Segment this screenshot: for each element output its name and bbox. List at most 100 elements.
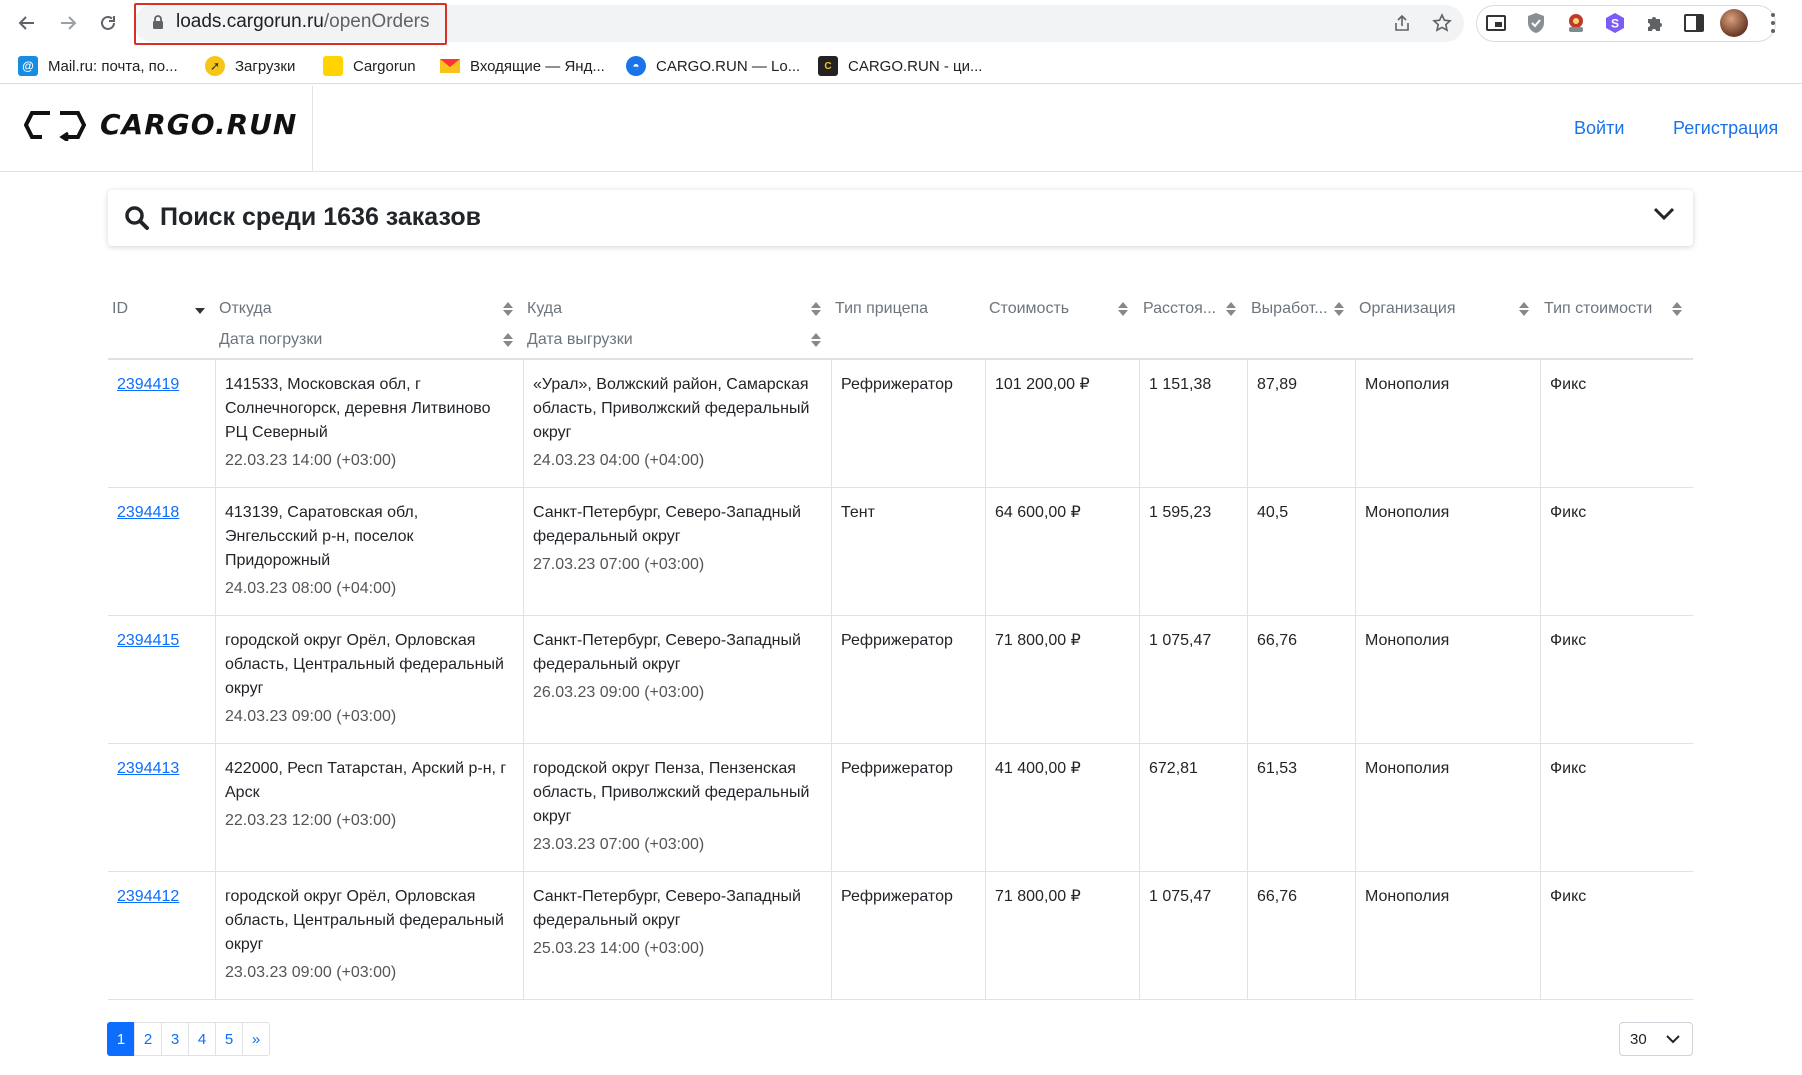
bookmarks-bar: @ Mail.ru: почта, по... ➚ Загрузки Cargo… bbox=[0, 47, 1802, 84]
cell-from: 413139, Саратовская обл, Энгельсский р-н… bbox=[215, 488, 523, 615]
table-row[interactable]: 2394415 городской округ Орёл, Орловская … bbox=[108, 616, 1693, 744]
page-button-3[interactable]: 3 bbox=[161, 1022, 189, 1056]
cell-trailer: Рефрижератор bbox=[831, 616, 985, 743]
load-date: 24.03.23 08:00 (+04:00) bbox=[225, 580, 397, 597]
column-header-id[interactable]: ID bbox=[112, 300, 128, 318]
cell-to: городской округ Пенза, Пензенская област… bbox=[523, 744, 831, 871]
register-link[interactable]: Регистрация bbox=[1673, 118, 1778, 139]
cell-from: городской округ Орёл, Орловская область,… bbox=[215, 872, 523, 999]
cell-trailer: Рефрижератор bbox=[831, 360, 985, 487]
bookmark-cargorun-ci[interactable]: C CARGO.RUN - ци... bbox=[818, 56, 982, 76]
url-text[interactable]: loads.cargorun.ru/openOrders bbox=[176, 11, 430, 33]
search-panel[interactable]: Поиск среди 1636 заказов bbox=[108, 190, 1693, 246]
cell-cost: 101 200,00 ₽ bbox=[985, 360, 1139, 487]
cell-id: 2394412 bbox=[117, 872, 215, 999]
bookmark-star-icon[interactable] bbox=[1430, 11, 1454, 35]
column-header-unload-date[interactable]: Дата выгрузки bbox=[527, 331, 633, 349]
back-button[interactable] bbox=[12, 8, 42, 38]
page-button-2[interactable]: 2 bbox=[134, 1022, 162, 1056]
sort-icon[interactable] bbox=[1118, 301, 1128, 317]
bookmark-label: Входящие — Янд... bbox=[470, 57, 605, 75]
cell-distance: 1 595,23 bbox=[1139, 488, 1247, 615]
game-extension-icon[interactable] bbox=[1564, 11, 1588, 35]
lock-icon bbox=[153, 15, 163, 29]
cell-distance: 672,81 bbox=[1139, 744, 1247, 871]
column-header-load-date[interactable]: Дата погрузки bbox=[219, 331, 322, 349]
cell-distance: 1 075,47 bbox=[1139, 616, 1247, 743]
unload-date: 24.03.23 04:00 (+04:00) bbox=[533, 452, 705, 469]
table-row[interactable]: 2394413 422000, Респ Татарстан, Арский р… bbox=[108, 744, 1693, 872]
page-button-5[interactable]: 5 bbox=[215, 1022, 243, 1056]
cell-organization: Монополия bbox=[1355, 616, 1540, 743]
unload-date: 26.03.23 09:00 (+03:00) bbox=[533, 684, 705, 701]
side-panel-icon[interactable] bbox=[1682, 11, 1706, 35]
puzzle-extensions-icon[interactable] bbox=[1643, 11, 1667, 35]
forward-button[interactable] bbox=[53, 8, 83, 38]
cell-cost: 71 800,00 ₽ bbox=[985, 616, 1139, 743]
sort-icon[interactable] bbox=[503, 301, 513, 317]
unload-date: 25.03.23 14:00 (+03:00) bbox=[533, 940, 705, 957]
sort-icon[interactable] bbox=[1226, 301, 1236, 317]
table-row[interactable]: 2394412 городской округ Орёл, Орловская … bbox=[108, 872, 1693, 1000]
table-row[interactable]: 2394419 141533, Московская обл, г Солнеч… bbox=[108, 360, 1693, 488]
order-id-link[interactable]: 2394415 bbox=[117, 632, 179, 649]
cargorun-logo-icon: C bbox=[818, 56, 838, 76]
column-header-from[interactable]: Откуда bbox=[219, 300, 272, 318]
cell-from: городской округ Орёл, Орловская область,… bbox=[215, 616, 523, 743]
shield-extension-icon[interactable] bbox=[1524, 11, 1548, 35]
column-header-output[interactable]: Выработ... bbox=[1251, 300, 1328, 318]
cell-to: Санкт-Петербург, Северо-Западный федерал… bbox=[523, 616, 831, 743]
cargorun-folder-icon bbox=[323, 56, 343, 76]
sort-icon[interactable] bbox=[1672, 301, 1682, 317]
sort-icon[interactable] bbox=[1519, 301, 1529, 317]
order-id-link[interactable]: 2394418 bbox=[117, 504, 179, 521]
cell-organization: Монополия bbox=[1355, 744, 1540, 871]
bookmark-mailru[interactable]: @ Mail.ru: почта, по... bbox=[18, 56, 178, 76]
cargorun-logo[interactable]: CARGO.RUN bbox=[24, 108, 297, 141]
login-link[interactable]: Войти bbox=[1574, 118, 1624, 139]
cell-output: 66,76 bbox=[1247, 872, 1355, 999]
column-header-cost-type[interactable]: Тип стоимости bbox=[1544, 300, 1652, 318]
table-row[interactable]: 2394418 413139, Саратовская обл, Энгельс… bbox=[108, 488, 1693, 616]
unload-date: 27.03.23 07:00 (+03:00) bbox=[533, 556, 705, 573]
reload-button[interactable] bbox=[93, 8, 123, 38]
bookmark-downloads[interactable]: ➚ Загрузки bbox=[205, 56, 295, 76]
order-id-link[interactable]: 2394413 bbox=[117, 760, 179, 777]
mailru-icon: @ bbox=[18, 56, 38, 76]
order-id-link[interactable]: 2394412 bbox=[117, 888, 179, 905]
bookmark-cargorun-lo[interactable]: ◓ CARGO.RUN — Lo... bbox=[626, 56, 800, 76]
column-header-to[interactable]: Куда bbox=[527, 300, 562, 318]
cell-from: 422000, Респ Татарстан, Арский р-н, г Ар… bbox=[215, 744, 523, 871]
sort-icon[interactable] bbox=[811, 301, 821, 317]
column-header-organization[interactable]: Организация bbox=[1359, 300, 1456, 318]
cell-trailer: Рефрижератор bbox=[831, 744, 985, 871]
sort-icon[interactable] bbox=[503, 332, 513, 348]
sort-icon[interactable] bbox=[1334, 301, 1344, 317]
order-id-link[interactable]: 2394419 bbox=[117, 376, 179, 393]
cell-cost: 64 600,00 ₽ bbox=[985, 488, 1139, 615]
page-size-select[interactable]: 30 bbox=[1619, 1022, 1693, 1056]
share-icon[interactable] bbox=[1390, 11, 1414, 35]
bookmark-label: CARGO.RUN - ци... bbox=[848, 57, 983, 75]
page-button-4[interactable]: 4 bbox=[188, 1022, 216, 1056]
column-header-distance[interactable]: Расстоя... bbox=[1143, 300, 1216, 318]
to-address: Санкт-Петербург, Северо-Западный федерал… bbox=[533, 504, 801, 545]
load-date: 24.03.23 09:00 (+03:00) bbox=[225, 708, 397, 725]
picture-in-picture-icon[interactable] bbox=[1484, 11, 1508, 35]
column-header-cost[interactable]: Стоимость bbox=[989, 300, 1069, 318]
sort-desc-icon[interactable] bbox=[195, 308, 205, 314]
sort-icon[interactable] bbox=[811, 332, 821, 348]
cell-to: Санкт-Петербург, Северо-Западный федерал… bbox=[523, 872, 831, 999]
cell-to: Санкт-Петербург, Северо-Западный федерал… bbox=[523, 488, 831, 615]
profile-avatar[interactable] bbox=[1720, 9, 1748, 37]
browser-menu-icon[interactable] bbox=[1766, 10, 1780, 36]
s-extension-icon[interactable]: S bbox=[1603, 11, 1627, 35]
bookmark-yandex-mail[interactable]: Входящие — Янд... bbox=[440, 56, 605, 76]
cell-organization: Монополия bbox=[1355, 488, 1540, 615]
chevron-down-icon[interactable] bbox=[1653, 207, 1675, 221]
svg-text:S: S bbox=[1611, 17, 1619, 31]
bookmark-cargorun[interactable]: Cargorun bbox=[323, 56, 416, 76]
cell-cost-type: Фикс bbox=[1540, 744, 1693, 871]
next-page-button[interactable]: » bbox=[242, 1022, 270, 1056]
page-button-1[interactable]: 1 bbox=[107, 1022, 135, 1056]
